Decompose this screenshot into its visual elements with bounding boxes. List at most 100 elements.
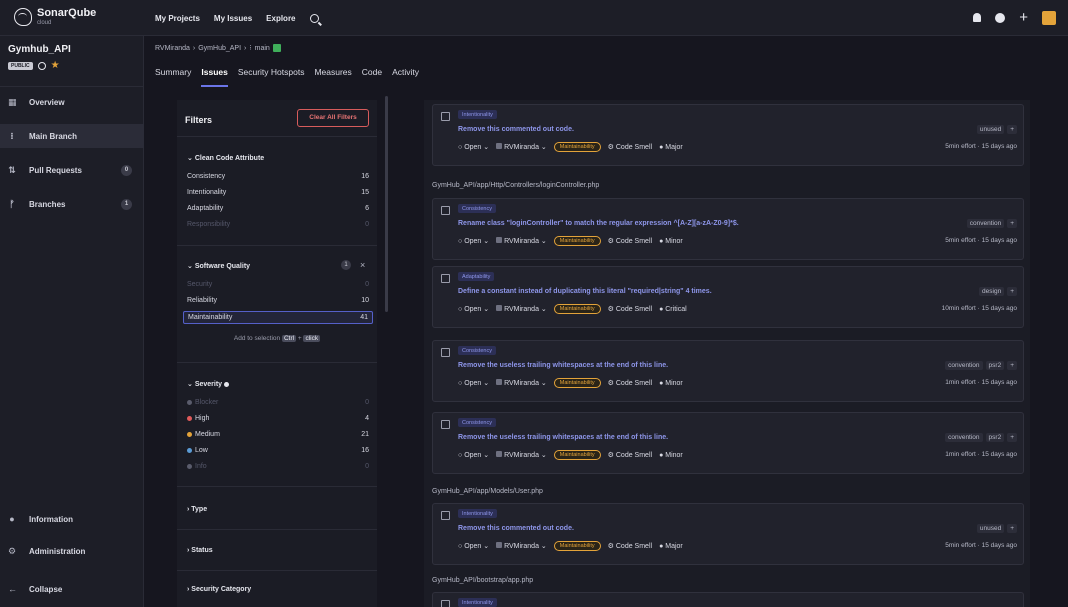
issue-status[interactable]: ○ Open ⌄ [458, 305, 489, 313]
tab-activity[interactable]: Activity [392, 67, 419, 87]
issue-status[interactable]: ○ Open ⌄ [458, 542, 489, 550]
plus-icon[interactable]: + [1019, 10, 1028, 25]
tab-measures[interactable]: Measures [314, 67, 351, 87]
breadcrumb-branch[interactable]: main [255, 45, 270, 52]
status-filter-header[interactable]: › Status [187, 547, 213, 554]
filter-reliability[interactable]: Reliability 10 [183, 294, 373, 307]
add-tag-button[interactable]: + [1007, 125, 1017, 134]
file-path[interactable]: GymHub_API/app/Http/Controllers/loginCon… [432, 182, 599, 189]
clean-code-attribute-header[interactable]: ⌄ Clean Code Attribute [187, 154, 264, 162]
issue-tag[interactable]: convention [945, 433, 983, 442]
issue-card[interactable]: Consistency Remove the useless trailing … [432, 340, 1024, 402]
issue-assignee[interactable]: RVMiranda ⌄ [496, 237, 547, 245]
nav-my-issues[interactable]: My Issues [214, 14, 252, 23]
issue-message[interactable]: Remove the useless trailing whitespaces … [458, 434, 668, 441]
issue-card[interactable]: Adaptability Define a constant instead o… [432, 266, 1024, 328]
filter-low[interactable]: Low 16 [183, 444, 373, 457]
issue-message[interactable]: Define a constant instead of duplicating… [458, 288, 712, 295]
software-quality-pill[interactable]: Maintainability [553, 450, 601, 460]
issue-tag[interactable]: unused [976, 125, 1005, 134]
issue-tag[interactable]: convention [945, 361, 983, 370]
issue-card[interactable]: Consistency Remove the useless trailing … [432, 412, 1024, 474]
tab-security-hotspots[interactable]: Security Hotspots [238, 67, 305, 87]
issue-assignee[interactable]: RVMiranda ⌄ [496, 542, 547, 550]
sidebar-item-collapse[interactable]: ← Collapse [0, 577, 144, 601]
issue-status[interactable]: ○ Open ⌄ [458, 451, 489, 459]
issue-tag[interactable]: unused [976, 524, 1005, 533]
breadcrumb-project[interactable]: GymHub_API [198, 45, 241, 52]
search-icon[interactable] [309, 14, 319, 23]
severity-header[interactable]: ⌄ Severity [187, 380, 232, 388]
issue-status[interactable]: ○ Open ⌄ [458, 143, 489, 151]
software-quality-header[interactable]: ⌄ Software Quality [187, 262, 250, 270]
issue-assignee[interactable]: RVMiranda ⌄ [496, 451, 547, 459]
issue-assignee[interactable]: RVMiranda ⌄ [496, 143, 547, 151]
add-tag-button[interactable]: + [1007, 219, 1017, 228]
issue-card[interactable]: Intentionality Remove this commented out… [432, 104, 1024, 166]
software-quality-pill[interactable]: Maintainability [553, 541, 601, 551]
issue-checkbox[interactable] [441, 274, 450, 283]
software-quality-pill[interactable]: Maintainability [553, 236, 601, 246]
help-icon[interactable] [995, 12, 1006, 23]
filter-responsibility[interactable]: Responsibility 0 [183, 218, 373, 231]
issue-status[interactable]: ○ Open ⌄ [458, 237, 489, 245]
sidebar-item-pull-requests[interactable]: ⇅ Pull Requests 0 [0, 158, 144, 182]
software-quality-pill[interactable]: Maintainability [553, 378, 601, 388]
filter-info[interactable]: Info 0 [183, 460, 373, 473]
filter-adaptability[interactable]: Adaptability 6 [183, 202, 373, 215]
filter-high[interactable]: High 4 [183, 412, 373, 425]
filter-security[interactable]: Security 0 [183, 278, 373, 291]
filters-scrollbar[interactable] [385, 96, 388, 312]
issue-assignee[interactable]: RVMiranda ⌄ [496, 305, 547, 313]
issue-checkbox[interactable] [441, 420, 450, 429]
issue-tag[interactable]: psr2 [985, 433, 1005, 442]
issue-card[interactable]: Consistency Rename class "loginControlle… [432, 198, 1024, 260]
project-name[interactable]: Gymhub_API [8, 44, 135, 55]
tab-summary[interactable]: Summary [155, 67, 191, 87]
file-path[interactable]: GymHub_API/bootstrap/app.php [432, 577, 533, 584]
nav-my-projects[interactable]: My Projects [155, 14, 200, 23]
issue-checkbox[interactable] [441, 600, 450, 607]
issue-status[interactable]: ○ Open ⌄ [458, 379, 489, 387]
issue-tag[interactable]: psr2 [985, 361, 1005, 370]
star-icon[interactable]: ★ [51, 61, 60, 71]
sidebar-item-overview[interactable]: ▦ Overview [0, 90, 144, 114]
notifications-icon[interactable] [973, 13, 982, 22]
breadcrumb-org[interactable]: RVMiranda [155, 45, 190, 52]
issue-tag[interactable]: convention [966, 219, 1005, 228]
issue-checkbox[interactable] [441, 511, 450, 520]
issue-card[interactable]: Intentionality Remove this commented out… [432, 503, 1024, 565]
filter-medium[interactable]: Medium 21 [183, 428, 373, 441]
sonarqube-logo[interactable]: SonarQube cloud [14, 8, 96, 26]
sidebar-item-branches[interactable]: ᚠ Branches 1 [0, 192, 144, 216]
issue-message[interactable]: Remove this commented out code. [458, 525, 574, 532]
filter-intentionality[interactable]: Intentionality 15 [183, 186, 373, 199]
add-tag-button[interactable]: + [1007, 524, 1017, 533]
add-tag-button[interactable]: + [1007, 287, 1017, 296]
issue-checkbox[interactable] [441, 112, 450, 121]
add-tag-button[interactable]: + [1007, 433, 1017, 442]
avatar[interactable] [1042, 10, 1056, 25]
issue-card[interactable]: Intentionality [432, 592, 1024, 607]
clear-all-filters-button[interactable]: Clear All Filters [297, 109, 369, 127]
nav-explore[interactable]: Explore [266, 14, 295, 23]
security-category-filter-header[interactable]: › Security Category [187, 586, 251, 593]
tab-code[interactable]: Code [362, 67, 382, 87]
issue-assignee[interactable]: RVMiranda ⌄ [496, 379, 547, 387]
github-icon[interactable] [37, 62, 46, 70]
software-quality-pill[interactable]: Maintainability [553, 142, 601, 152]
tab-issues[interactable]: Issues [201, 67, 228, 87]
issue-message[interactable]: Remove the useless trailing whitespaces … [458, 362, 668, 369]
close-icon[interactable]: × [360, 260, 365, 270]
file-path[interactable]: GymHub_API/app/Models/User.php [432, 488, 543, 495]
software-quality-pill[interactable]: Maintainability [553, 304, 601, 314]
issue-checkbox[interactable] [441, 206, 450, 215]
issue-message[interactable]: Remove this commented out code. [458, 126, 574, 133]
issue-checkbox[interactable] [441, 348, 450, 357]
type-filter-header[interactable]: › Type [187, 506, 207, 513]
add-tag-button[interactable]: + [1007, 361, 1017, 370]
filter-consistency[interactable]: Consistency 16 [183, 170, 373, 183]
issue-tag[interactable]: design [979, 287, 1005, 296]
help-icon[interactable] [224, 381, 230, 387]
issue-message[interactable]: Rename class "loginController" to match … [458, 220, 739, 227]
